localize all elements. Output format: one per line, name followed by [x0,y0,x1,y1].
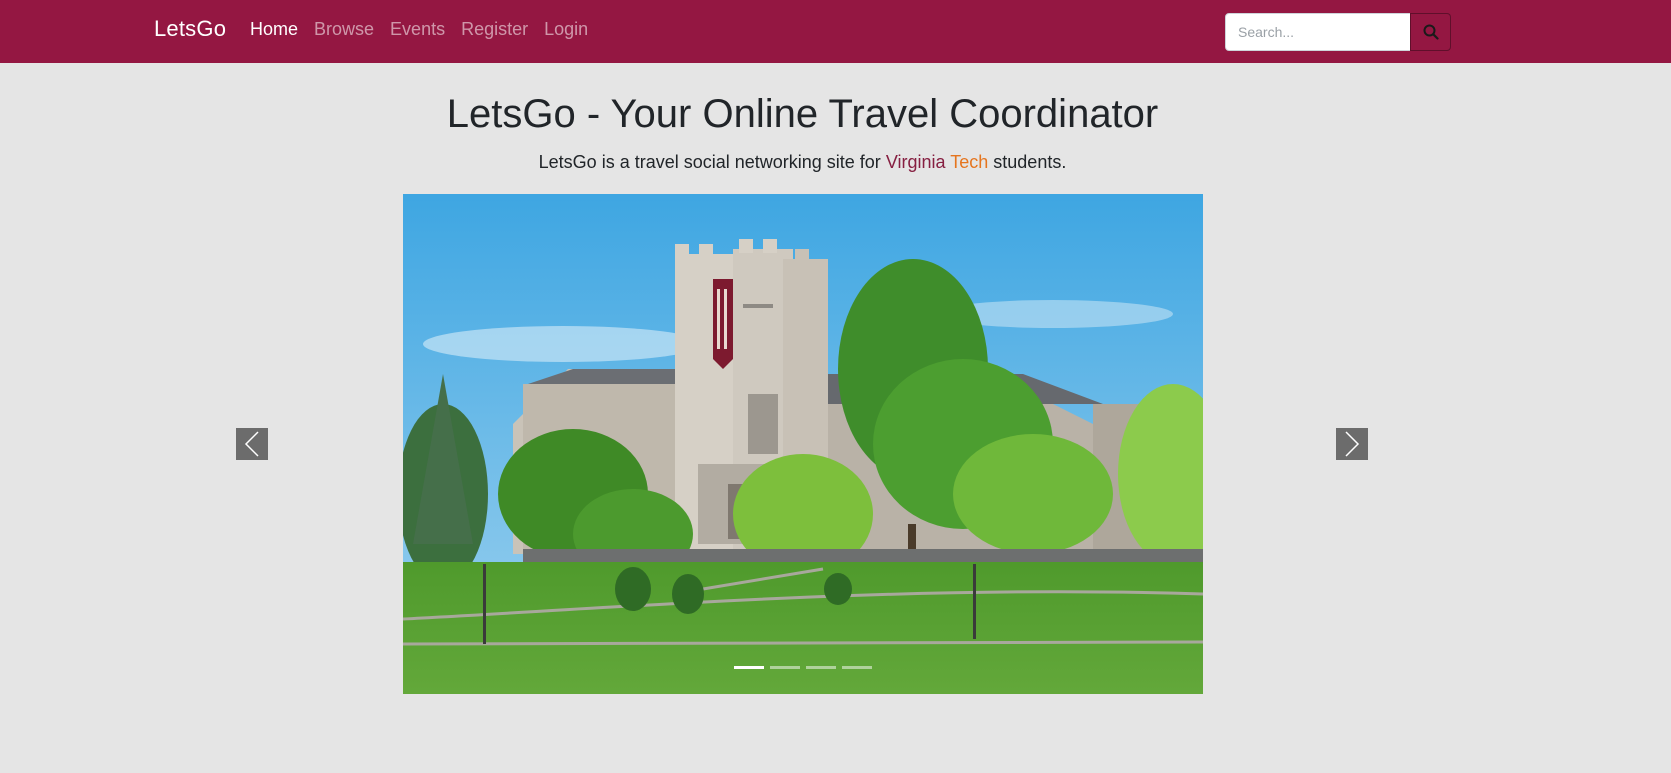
tagline-virginia: Virginia [885,152,946,172]
nav-link-register[interactable]: Register [461,19,528,40]
nav-link-browse[interactable]: Browse [314,19,374,40]
carousel-prev-button[interactable] [236,428,268,460]
nav-link-events[interactable]: Events [390,19,445,40]
brand-logo[interactable]: LetsGo [154,16,226,42]
tagline-suffix: students. [993,152,1067,172]
carousel-next-button[interactable] [1336,428,1368,460]
search-input[interactable] [1225,13,1411,51]
carousel-slide-campus-image [403,194,1203,694]
carousel-indicators [403,666,1203,669]
nav-link-home[interactable]: Home [250,19,298,40]
carousel-indicator-1[interactable] [734,666,764,669]
nav-link-login[interactable]: Login [544,19,588,40]
nav-links: Home Browse Events Register Login [250,19,588,40]
carousel-indicator-4[interactable] [842,666,872,669]
tagline-prefix: LetsGo is a travel social networking sit… [538,152,881,172]
page-title: LetsGo - Your Online Travel Coordinator [446,92,1159,136]
chevron-right-icon [1345,431,1360,457]
image-carousel [403,194,1203,694]
tagline-tech: Tech [950,152,989,172]
carousel-indicator-3[interactable] [806,666,836,669]
tagline: LetsGo is a travel social networking sit… [0,152,1605,173]
search-icon [1423,24,1439,40]
search-button[interactable] [1410,13,1451,51]
carousel-indicator-2[interactable] [770,666,800,669]
navbar: LetsGo Home Browse Events Register Login [0,0,1671,63]
chevron-left-icon [244,431,259,457]
